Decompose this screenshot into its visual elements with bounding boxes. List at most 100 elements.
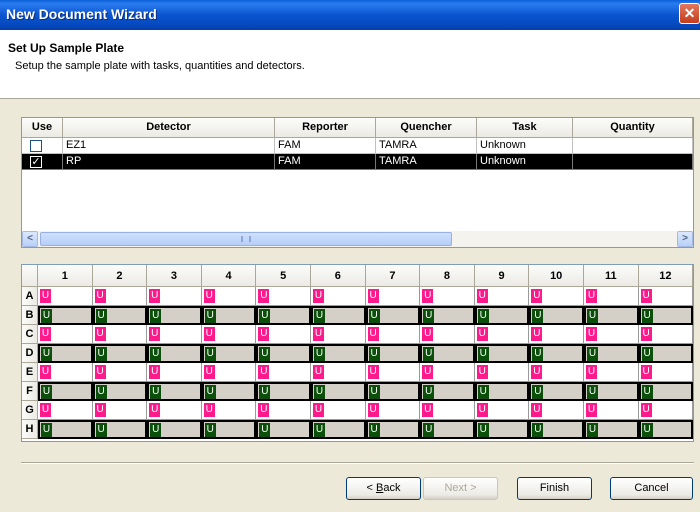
plate-well[interactable]: U	[529, 306, 584, 325]
plate-well[interactable]: U	[256, 382, 311, 401]
plate-well[interactable]: U	[147, 401, 202, 420]
plate-well[interactable]: U	[201, 306, 257, 325]
plate-well[interactable]: U	[147, 287, 202, 306]
plate-well[interactable]: U	[92, 382, 148, 401]
plate-well[interactable]: U	[529, 363, 584, 382]
plate-well[interactable]: U	[638, 325, 694, 344]
plate-well[interactable]: U	[420, 382, 475, 401]
plate-row-header[interactable]: C	[22, 325, 38, 344]
scroll-left-icon[interactable]: <	[22, 231, 38, 247]
plate-column-header[interactable]: 3	[147, 265, 202, 287]
plate-well[interactable]: U	[365, 306, 421, 325]
next-button[interactable]: Next >	[423, 477, 498, 500]
plate-well[interactable]: U	[38, 363, 93, 382]
column-header-quantity[interactable]: Quantity	[573, 118, 693, 138]
plate-well[interactable]: U	[92, 287, 148, 306]
plate-well[interactable]: U	[147, 382, 202, 401]
plate-well[interactable]: U	[474, 287, 530, 306]
plate-well[interactable]: U	[474, 306, 530, 325]
plate-well[interactable]: U	[420, 420, 475, 439]
plate-well[interactable]: U	[38, 420, 93, 439]
plate-well[interactable]: U	[365, 287, 421, 306]
plate-well[interactable]: U	[201, 401, 257, 420]
plate-row-header[interactable]: E	[22, 363, 38, 382]
plate-well[interactable]: U	[474, 420, 530, 439]
plate-well[interactable]: U	[256, 325, 311, 344]
plate-well[interactable]: U	[529, 287, 584, 306]
plate-column-header[interactable]: 12	[638, 265, 694, 287]
plate-column-header[interactable]: 6	[311, 265, 366, 287]
column-header-use[interactable]: Use	[22, 118, 63, 138]
column-header-quencher[interactable]: Quencher	[376, 118, 477, 138]
plate-well[interactable]: U	[311, 363, 366, 382]
close-icon[interactable]: ✕	[679, 3, 700, 24]
plate-well[interactable]: U	[201, 382, 257, 401]
plate-well[interactable]: U	[311, 401, 366, 420]
plate-well[interactable]: U	[256, 344, 311, 363]
detector-row-ez1[interactable]: EZ1 FAM TAMRA Unknown	[22, 138, 693, 154]
plate-well[interactable]: U	[92, 306, 148, 325]
plate-well[interactable]: U	[256, 420, 311, 439]
plate-well[interactable]: U	[311, 287, 366, 306]
plate-well[interactable]: U	[529, 401, 584, 420]
plate-well[interactable]: U	[365, 344, 421, 363]
plate-column-header[interactable]: 8	[420, 265, 475, 287]
plate-well[interactable]: U	[256, 363, 311, 382]
use-checkbox-ez1[interactable]	[30, 140, 42, 152]
plate-well[interactable]: U	[584, 306, 639, 325]
scroll-right-icon[interactable]: >	[677, 231, 693, 247]
plate-well[interactable]: U	[584, 287, 639, 306]
plate-column-header[interactable]: 5	[256, 265, 311, 287]
quantity-cell[interactable]	[573, 138, 693, 154]
plate-well[interactable]: U	[365, 382, 421, 401]
plate-well[interactable]: U	[420, 325, 475, 344]
plate-well[interactable]: U	[311, 420, 366, 439]
plate-well[interactable]: U	[638, 287, 694, 306]
plate-row-header[interactable]: B	[22, 306, 38, 325]
plate-well[interactable]: U	[474, 325, 530, 344]
plate-well[interactable]: U	[529, 382, 584, 401]
plate-well[interactable]: U	[201, 363, 257, 382]
plate-well[interactable]: U	[365, 363, 421, 382]
plate-well[interactable]: U	[420, 344, 475, 363]
plate-well[interactable]: U	[38, 401, 93, 420]
plate-well[interactable]: U	[38, 306, 93, 325]
plate-column-header[interactable]: 9	[474, 265, 530, 287]
plate-well[interactable]: U	[420, 306, 475, 325]
finish-button[interactable]: Finish	[517, 477, 592, 500]
plate-well[interactable]: U	[92, 363, 148, 382]
plate-row-header[interactable]: A	[22, 287, 38, 306]
plate-well[interactable]: U	[311, 325, 366, 344]
plate-well[interactable]: U	[584, 420, 639, 439]
plate-well[interactable]: U	[584, 363, 639, 382]
use-checkbox-rp[interactable]: ✓	[30, 156, 42, 168]
plate-well[interactable]: U	[38, 382, 93, 401]
plate-well[interactable]: U	[529, 420, 584, 439]
plate-well[interactable]: U	[311, 382, 366, 401]
task-cell[interactable]: Unknown	[477, 138, 573, 154]
plate-well[interactable]: U	[38, 325, 93, 344]
plate-well[interactable]: U	[474, 344, 530, 363]
plate-well[interactable]: U	[365, 325, 421, 344]
cancel-button[interactable]: Cancel	[610, 477, 693, 500]
plate-well[interactable]: U	[147, 344, 202, 363]
plate-row-header[interactable]: H	[22, 420, 38, 439]
plate-well[interactable]: U	[147, 420, 202, 439]
plate-column-header[interactable]: 4	[201, 265, 257, 287]
plate-row-header[interactable]: D	[22, 344, 38, 363]
plate-well[interactable]: U	[584, 401, 639, 420]
plate-well[interactable]: U	[311, 344, 366, 363]
scrollbar-thumb[interactable]	[40, 232, 452, 246]
plate-well[interactable]: U	[147, 325, 202, 344]
plate-well[interactable]: U	[147, 363, 202, 382]
quantity-cell[interactable]	[573, 154, 693, 170]
plate-well[interactable]: U	[638, 363, 694, 382]
plate-well[interactable]: U	[365, 401, 421, 420]
plate-column-header[interactable]: 11	[584, 265, 639, 287]
plate-well[interactable]: U	[92, 344, 148, 363]
plate-well[interactable]: U	[584, 344, 639, 363]
plate-well[interactable]: U	[420, 287, 475, 306]
plate-well[interactable]: U	[256, 306, 311, 325]
detector-row-rp[interactable]: ✓ RP FAM TAMRA Unknown	[22, 154, 693, 170]
plate-well[interactable]: U	[420, 363, 475, 382]
